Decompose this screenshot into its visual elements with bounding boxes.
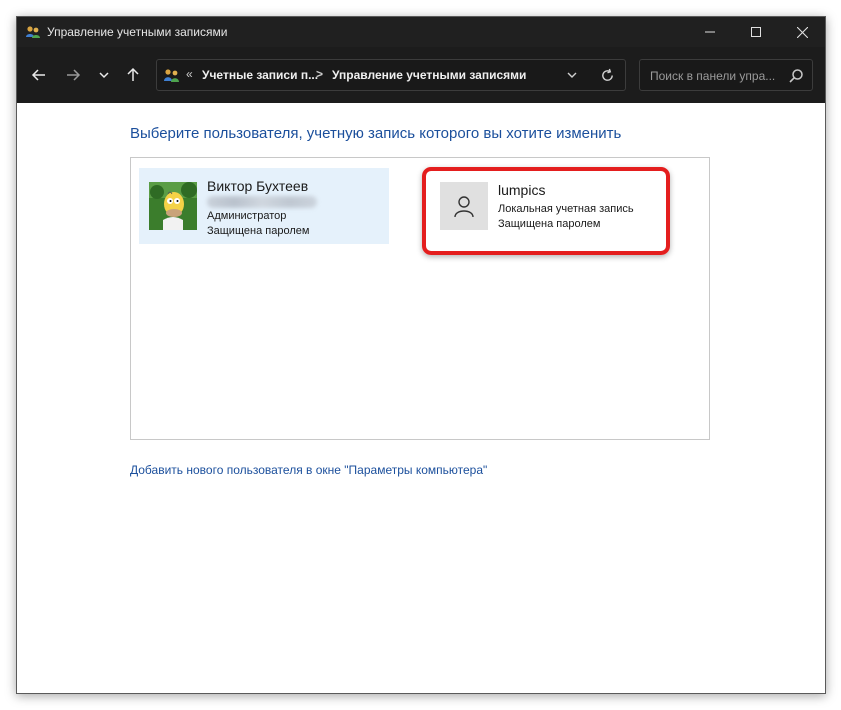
- account-name: Виктор Бухтеев: [207, 178, 309, 194]
- maximize-button[interactable]: [733, 17, 779, 47]
- account-role: Администратор: [207, 210, 287, 222]
- arrow-up-icon: [127, 67, 139, 81]
- title-bar[interactable]: Управление учетными записями: [17, 17, 825, 47]
- arrow-right-icon: [67, 69, 81, 81]
- close-button[interactable]: [779, 17, 825, 47]
- close-icon: [796, 26, 808, 38]
- add-user-link[interactable]: Добавить нового пользователя в окне "Пар…: [130, 463, 487, 477]
- refresh-icon[interactable]: [600, 68, 615, 83]
- forward-button[interactable]: [61, 63, 85, 87]
- chevron-down-icon: [99, 72, 109, 79]
- recent-locations-button[interactable]: [92, 63, 116, 87]
- address-overflow[interactable]: «: [186, 67, 193, 81]
- cartoon-avatar-icon: [149, 182, 197, 230]
- breadcrumb-manage-accounts[interactable]: Управление учетными записями: [332, 68, 526, 82]
- user-accounts-window: Управление учетными записями « Учетные з…: [16, 16, 826, 694]
- breadcrumb-separator[interactable]: >: [316, 67, 323, 81]
- avatar: [149, 182, 197, 230]
- search-icon[interactable]: [788, 68, 804, 84]
- content-area: Выберите пользователя, учетную запись ко…: [17, 103, 825, 693]
- window-title: Управление учетными записями: [47, 25, 228, 39]
- annotation-highlight: [422, 167, 670, 255]
- maximize-icon: [751, 27, 761, 37]
- account-card-viktor[interactable]: Виктор Бухтеев Администратор Защищена па…: [139, 168, 389, 244]
- breadcrumb-user-accounts[interactable]: Учетные записи п...: [202, 68, 318, 82]
- search-box[interactable]: [639, 59, 813, 91]
- users-icon: [26, 26, 40, 38]
- email-redacted: [207, 196, 317, 208]
- address-dropdown-icon[interactable]: [566, 71, 578, 81]
- navigation-bar: « Учетные записи п... > Управление учетн…: [17, 47, 825, 103]
- users-icon: [164, 69, 179, 82]
- search-input[interactable]: [648, 66, 786, 86]
- minimize-icon: [705, 31, 715, 33]
- up-button[interactable]: [121, 63, 145, 87]
- page-heading: Выберите пользователя, учетную запись ко…: [130, 125, 622, 142]
- address-bar[interactable]: « Учетные записи п... > Управление учетн…: [156, 59, 626, 91]
- back-button[interactable]: [27, 63, 51, 87]
- arrow-left-icon: [31, 69, 45, 81]
- account-status: Защищена паролем: [207, 225, 310, 237]
- minimize-button[interactable]: [687, 17, 733, 47]
